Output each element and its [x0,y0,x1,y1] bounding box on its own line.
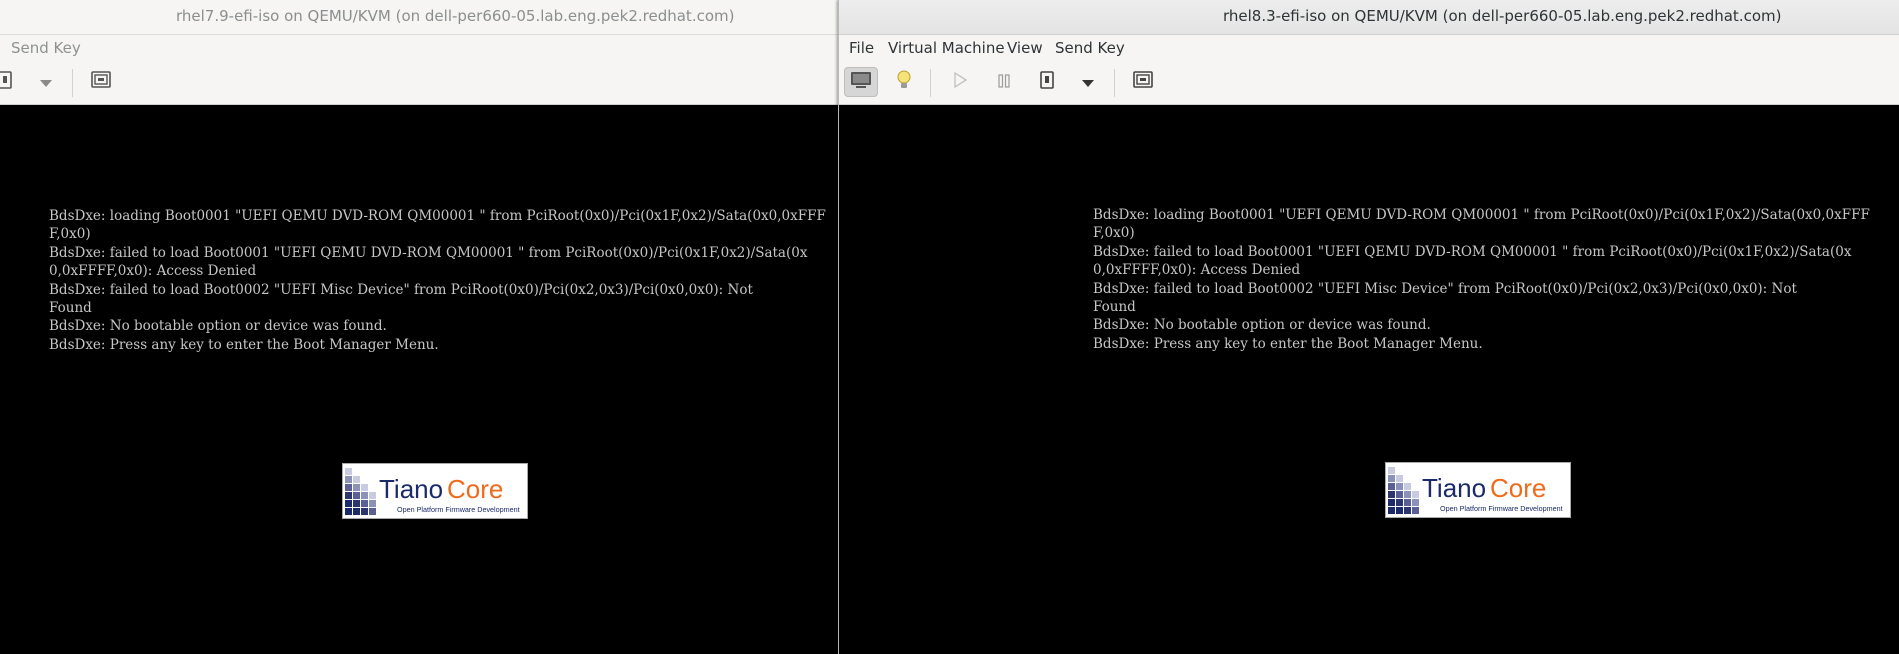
boot-log: BdsDxe: loading Boot0001 "UEFI QEMU DVD-… [49,207,826,354]
console-icon [850,71,872,93]
toolbar [0,62,838,105]
shutdown-menu-button[interactable] [29,67,63,97]
boot-log-line: 0,0xFFFF,0x0): Access Denied [49,263,257,280]
menu-send-key[interactable]: Send Key [9,39,83,58]
toolbar [839,62,1899,105]
boot-log-line: BdsDxe: Press any key to enter the Boot … [1093,335,1483,352]
boot-log-line: F,0x0) [1093,225,1135,242]
menu-view[interactable]: View [1005,39,1045,58]
tianocore-mosaic-icon [345,468,376,515]
vm-window-rhel79[interactable]: rhel7.9-efi-iso on QEMU/KVM (on dell-per… [0,0,838,654]
fullscreen-button[interactable] [1126,67,1160,97]
dropdown-arrow-icon [40,73,52,92]
boot-log-line: BdsDxe: Press any key to enter the Boot … [49,336,439,353]
menu-virtual-machine[interactable]: Virtual Machine [886,39,1007,58]
logo-name-orange: Core [1490,473,1546,503]
logo-name-orange: Core [447,474,503,504]
boot-log-line: BdsDxe: failed to load Boot0001 "UEFI QE… [49,244,808,261]
boot-log-line: BdsDxe: loading Boot0001 "UEFI QEMU DVD-… [49,208,826,224]
shutdown-icon [0,71,13,93]
menu-file[interactable]: File [847,39,876,58]
boot-log-line: BdsDxe: failed to load Boot0002 "UEFI Mi… [1093,280,1797,297]
logo-name-dark: Tiano [379,474,443,504]
run-button[interactable] [943,67,977,97]
fullscreen-icon [91,71,111,93]
boot-log-line: BdsDxe: failed to load Boot0002 "UEFI Mi… [49,281,753,298]
pause-button[interactable] [987,67,1021,97]
tianocore-mosaic-icon [1388,467,1419,514]
window-titlebar[interactable]: rhel8.3-efi-iso on QEMU/KVM (on dell-per… [839,0,1899,35]
boot-log-line: Found [49,300,92,317]
window-title: rhel7.9-efi-iso on QEMU/KVM (on dell-per… [176,7,735,25]
boot-log-line: BdsDxe: loading Boot0001 "UEFI QEMU DVD-… [1093,207,1870,223]
run-icon [953,71,968,92]
boot-log-line: F,0x0) [49,226,91,243]
toolbar-separator [1114,69,1115,97]
boot-log-line: 0,0xFFFF,0x0): Access Denied [1093,262,1301,279]
menubar: Send Key [0,35,838,63]
shutdown-button[interactable] [1030,67,1064,97]
shutdown-menu-button[interactable] [1071,67,1105,97]
fullscreen-button[interactable] [84,67,118,97]
dropdown-arrow-icon [1082,73,1094,92]
window-title: rhel8.3-efi-iso on QEMU/KVM (on dell-per… [1223,7,1782,25]
details-lightbulb-icon [896,70,912,94]
toolbar-separator [72,69,73,97]
window-titlebar[interactable]: rhel7.9-efi-iso on QEMU/KVM (on dell-per… [0,0,838,35]
menubar: File Virtual Machine View Send Key [839,35,1899,62]
pause-icon [997,73,1011,92]
boot-log: BdsDxe: loading Boot0001 "UEFI QEMU DVD-… [1093,206,1870,353]
shutdown-icon [1039,71,1055,93]
fullscreen-icon [1133,71,1153,93]
vm-console[interactable]: BdsDxe: loading Boot0001 "UEFI QEMU DVD-… [0,105,838,654]
boot-log-line: BdsDxe: No bootable option or device was… [49,318,387,335]
logo-name-dark: Tiano [1422,473,1486,503]
tianocore-logo: Tiano Core Open Platform Firmware Develo… [342,463,528,519]
menu-send-key[interactable]: Send Key [1053,39,1127,58]
boot-log-line: BdsDxe: No bootable option or device was… [1093,317,1431,334]
console-button[interactable] [844,67,878,97]
vm-window-rhel83[interactable]: rhel8.3-efi-iso on QEMU/KVM (on dell-per… [838,0,1899,654]
boot-log-line: Found [1093,299,1136,316]
details-button[interactable] [887,67,921,97]
tianocore-logo: Tiano Core Open Platform Firmware Develo… [1385,462,1571,518]
boot-log-line: BdsDxe: failed to load Boot0001 "UEFI QE… [1093,243,1852,260]
shutdown-button[interactable] [0,67,22,97]
logo-tagline: Open Platform Firmware Development [1440,504,1563,513]
toolbar-separator [930,69,931,97]
vm-console[interactable]: BdsDxe: loading Boot0001 "UEFI QEMU DVD-… [839,105,1899,654]
logo-tagline: Open Platform Firmware Development [397,505,520,514]
